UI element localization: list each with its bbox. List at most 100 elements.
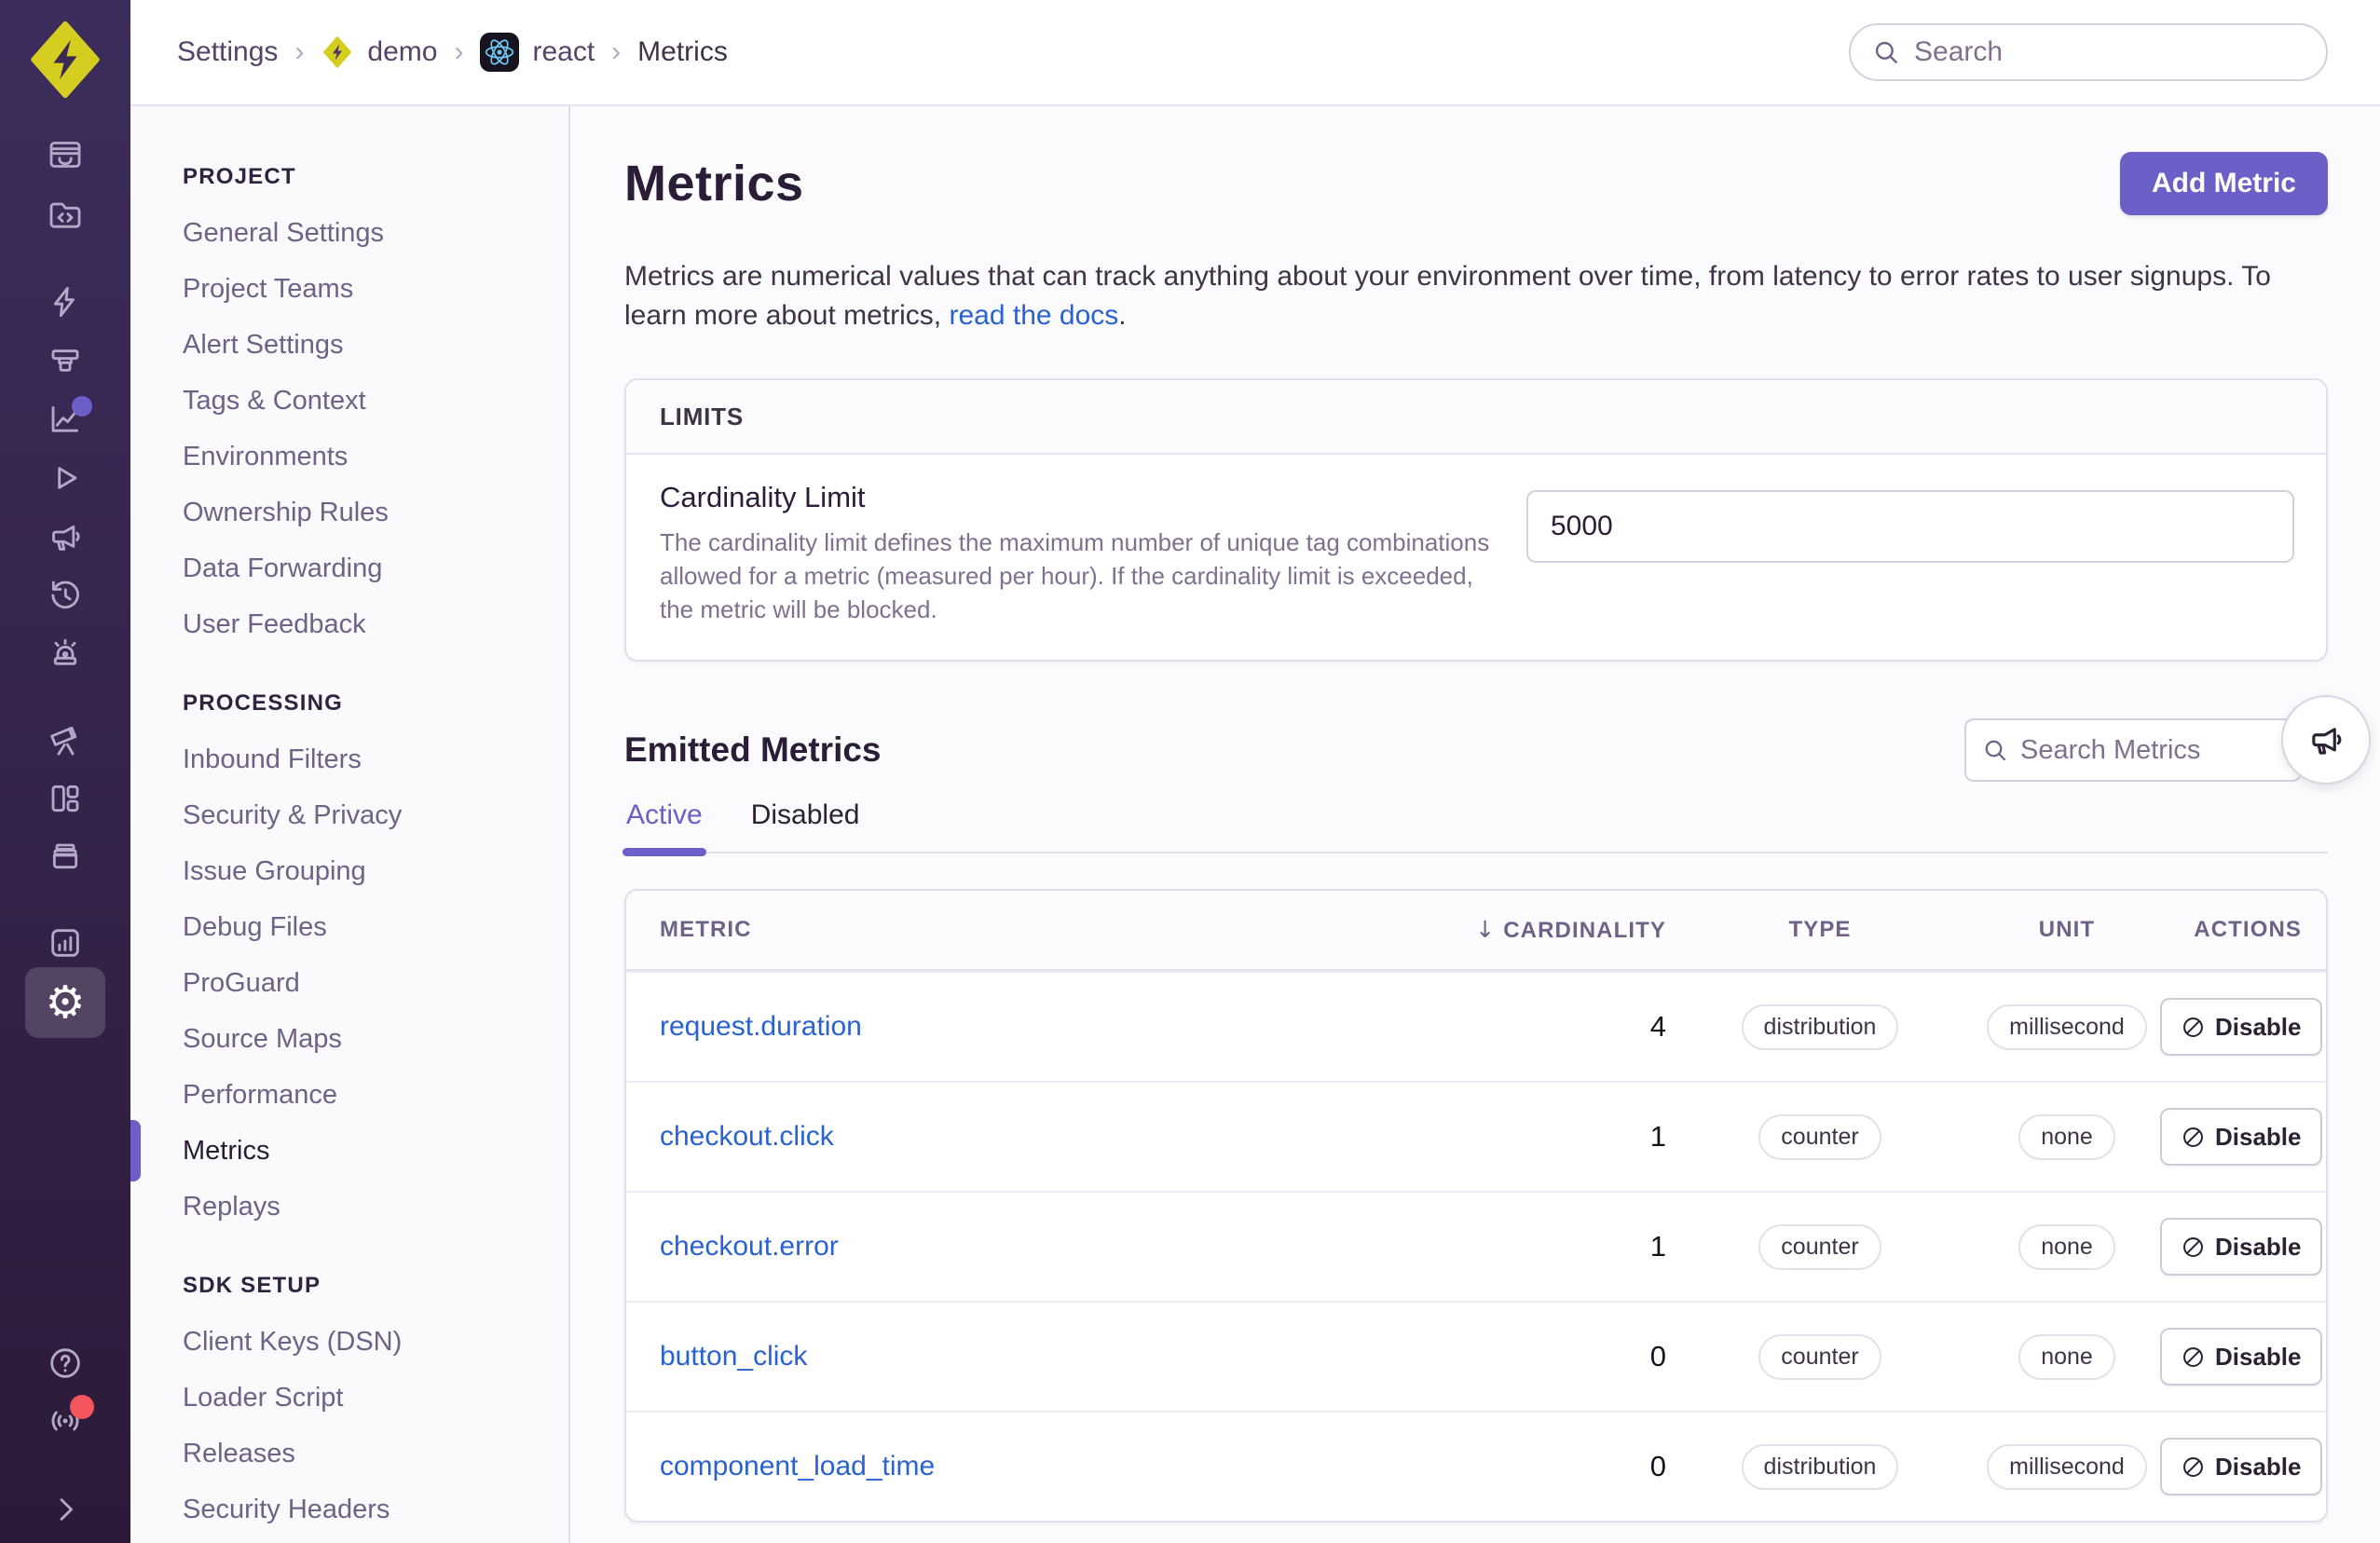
table-row: button_click 0 counter none Disable [626,1301,2326,1411]
nav-item-security-privacy[interactable]: Security & Privacy [130,787,568,843]
feedback-fab-button[interactable] [2281,695,2371,785]
nav-item-data-forwarding[interactable]: Data Forwarding [130,540,568,596]
nav-item-metrics[interactable]: Metrics [130,1120,568,1181]
emitted-metrics-tabs: Active Disabled [622,792,2328,856]
column-header-cardinality[interactable]: ↓ Cardinality [1405,916,1666,944]
breadcrumb-separator: › [454,36,464,67]
emitted-metrics-header: Emitted Metrics [624,695,2371,785]
search-metrics-input[interactable] [2020,734,2285,766]
nav-item-alert-settings[interactable]: Alert Settings [130,317,568,373]
cardinality-limit-label: Cardinality Limit [660,481,866,513]
nav-item-performance[interactable]: Performance [130,1067,568,1123]
breadcrumb-org-label: demo [367,36,438,67]
sidebar-item-help[interactable] [32,1341,99,1386]
sidebar-item-whats-new[interactable] [32,1395,99,1443]
nav-item-general-settings[interactable]: General Settings [130,205,568,261]
sidebar-item-issues[interactable] [32,132,99,177]
ban-icon [2183,1346,2203,1367]
nav-item-security-headers[interactable]: Security Headers [130,1482,568,1537]
sidebar-collapse-button[interactable] [32,1487,99,1532]
metric-name-link[interactable]: component_load_time [660,1451,935,1482]
sidebar-item-quickstart[interactable] [32,280,99,324]
cardinality-value: 0 [1649,1450,1666,1482]
dashboard-grid-icon [51,785,79,812]
nav-item-issue-grouping[interactable]: Issue Grouping [130,843,568,899]
unit-badge: millisecond [1987,1004,2147,1050]
limits-panel-body: Cardinality Limit The cardinality limit … [626,455,2326,660]
search-icon [1985,740,2006,761]
read-the-docs-link[interactable]: read the docs [949,300,1118,331]
nav-section-sdk-setup: SDK SETUP Client Keys (DSN) Loader Scrip… [130,1258,568,1537]
ban-icon [2183,1127,2203,1147]
sidebar-item-feedback[interactable] [32,514,99,559]
metric-name-link[interactable]: checkout.error [660,1231,839,1262]
type-badge: distribution [1741,1443,1899,1490]
nav-item-user-feedback[interactable]: User Feedback [130,596,568,652]
sidebar-item-explore[interactable] [32,193,99,238]
sentry-logo-icon [31,20,100,99]
nav-item-environments[interactable]: Environments [130,429,568,485]
tab-active[interactable]: Active [622,792,706,856]
nav-item-client-keys[interactable]: Client Keys (DSN) [130,1314,568,1370]
add-metric-button[interactable]: Add Metric [2119,152,2328,215]
sidebar-item-metrics-charts[interactable] [32,396,99,442]
nav-item-ownership-rules[interactable]: Ownership Rules [130,485,568,540]
sidebar-item-dashboards[interactable] [32,776,99,821]
global-search-input[interactable] [1914,36,2305,68]
column-header-cardinality-label: Cardinality [1503,918,1666,943]
nav-item-debug-files[interactable]: Debug Files [130,899,568,955]
page-description: Metrics are numerical values that can tr… [624,257,2328,335]
column-header-metric: Metric [660,917,752,942]
disable-metric-button[interactable]: Disable [2160,1218,2322,1276]
breadcrumb-separator: › [294,36,305,67]
nav-item-source-maps[interactable]: Source Maps [130,1011,568,1067]
nav-section-title: PROCESSING [183,690,344,716]
settings-gear-icon: ⚙ [45,976,86,1029]
metric-name-link[interactable]: request.duration [660,1011,862,1042]
global-search[interactable] [1849,23,2328,81]
tab-disabled[interactable]: Disabled [749,792,862,852]
nav-item-tags-context[interactable]: Tags & Context [130,373,568,429]
table-row: checkout.error 1 counter none Disable [626,1191,2326,1301]
breadcrumb-project[interactable]: react [480,33,595,72]
cardinality-limit-field: Cardinality Limit The cardinality limit … [660,481,1498,626]
nav-item-proguard[interactable]: ProGuard [130,955,568,1011]
unit-badge: millisecond [1987,1443,2147,1490]
cardinality-limit-input[interactable] [1526,490,2294,563]
sidebar-item-insights[interactable] [32,338,99,383]
disable-metric-button[interactable]: Disable [2160,998,2322,1056]
metric-name-link[interactable]: button_click [660,1341,807,1372]
nav-item-replays[interactable]: Replays [130,1179,568,1235]
search-icon [1875,41,1897,63]
nav-item-inbound-filters[interactable]: Inbound Filters [130,731,568,787]
nav-item-loader-script[interactable]: Loader Script [130,1370,568,1426]
sentry-logo[interactable] [24,19,106,99]
disable-metric-button[interactable]: Disable [2160,1438,2322,1495]
page-description-period: . [1118,300,1127,331]
column-header-type: Type [1788,917,1852,942]
breadcrumb-settings[interactable]: Settings [177,36,278,68]
help-circle-icon [50,1348,80,1378]
org-avatar-icon [323,36,352,68]
sidebar-item-releases[interactable] [32,835,99,880]
notification-dot-red [70,1395,94,1419]
sidebar-item-stats[interactable] [32,921,99,965]
disable-metric-button[interactable]: Disable [2160,1108,2322,1166]
search-metrics-box[interactable] [1964,718,2302,782]
breadcrumb-org[interactable]: demo [321,35,437,69]
sidebar-item-alerts[interactable] [32,632,99,676]
sidebar-item-history[interactable] [32,573,99,618]
unit-badge: none [2018,1333,2115,1380]
megaphone-icon [52,525,80,551]
breadcrumb-separator: › [611,36,622,67]
sidebar-item-discover[interactable] [32,717,99,762]
sidebar-item-replays[interactable] [32,456,99,500]
sidebar-item-settings[interactable]: ⚙ [25,967,105,1038]
metric-name-link[interactable]: checkout.click [660,1121,834,1152]
history-clock-icon [51,580,79,609]
main-content: Metrics Add Metric Metrics are numerical… [572,106,2380,1543]
disable-metric-button[interactable]: Disable [2160,1328,2322,1386]
nav-item-project-teams[interactable]: Project Teams [130,261,568,317]
disable-button-label: Disable [2215,1012,2302,1041]
nav-item-releases[interactable]: Releases [130,1426,568,1482]
